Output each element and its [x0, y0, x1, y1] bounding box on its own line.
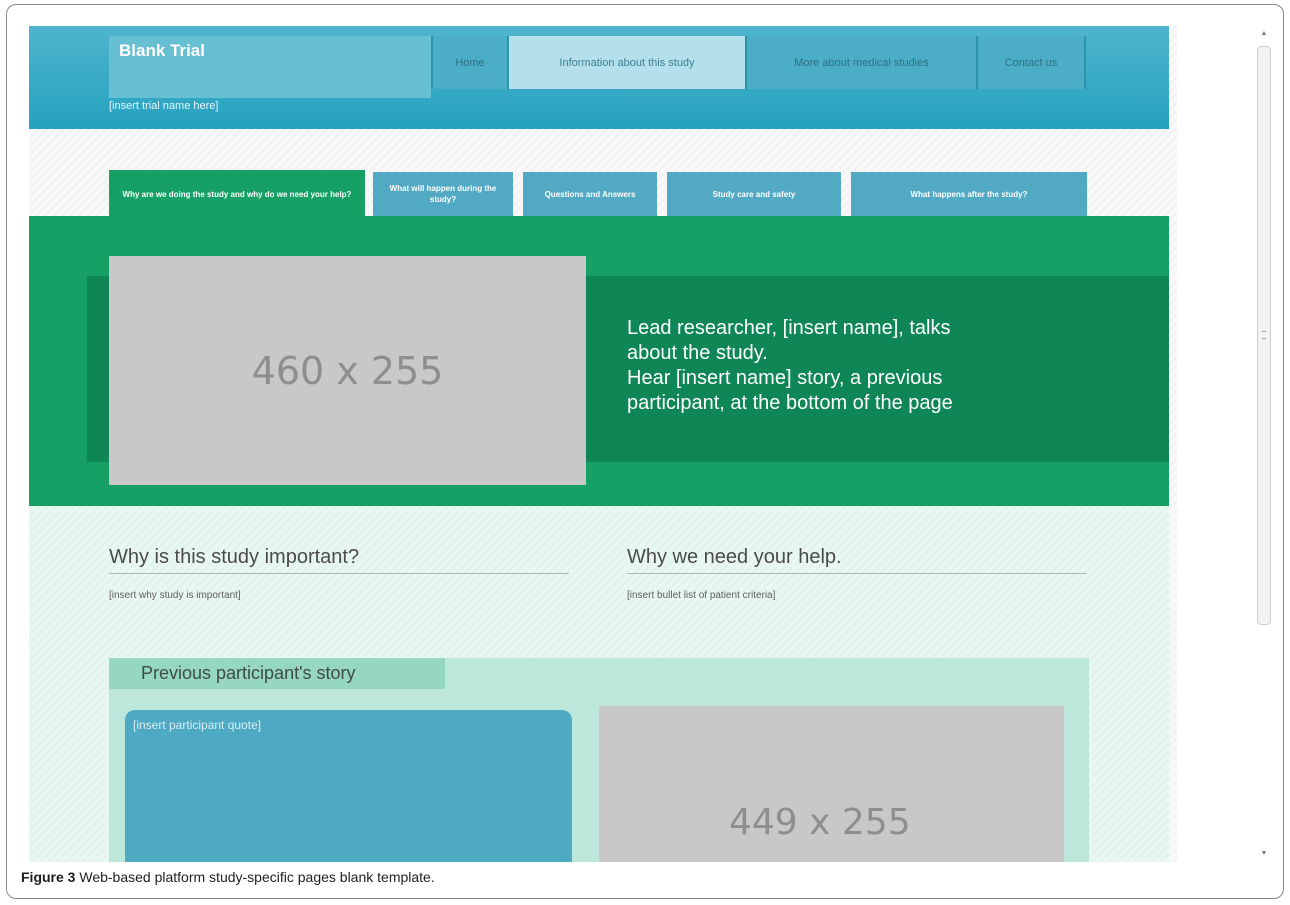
participant-story: Previous participant's story [insert par… — [109, 658, 1089, 862]
importance-heading: Why is this study important? — [109, 546, 569, 574]
nav-information-about-study[interactable]: Information about this study — [507, 36, 745, 89]
story-heading: Previous participant's story — [109, 658, 445, 689]
tab-why-study[interactable]: Why are we doing the study and why do we… — [109, 170, 365, 218]
info-section: Why is this study important? [insert why… — [29, 506, 1169, 862]
hero-line: participant, at the bottom of the page — [627, 392, 953, 414]
hero-section: 460 x 255 Lead researcher, [insert name]… — [29, 216, 1169, 506]
help-body: [insert bullet list of patient criteria] — [627, 590, 776, 601]
hero-text: Lead researcher, [insert name], talks ab… — [627, 316, 1127, 416]
help-column: Why we need your help. [insert bullet li… — [627, 546, 1087, 601]
nav-more-about-medical-studies[interactable]: More about medical studies — [745, 36, 976, 89]
scroll-up-icon[interactable]: ▲ — [1259, 30, 1269, 40]
hero-line: Lead researcher, [insert name], talks — [627, 317, 951, 339]
participant-video-size: 449 x 255 — [729, 802, 911, 843]
scroll-down-icon[interactable]: ▼ — [1259, 850, 1269, 860]
figure-caption: Figure 3 Web-based platform study-specif… — [21, 869, 435, 885]
trial-name-placeholder: [insert trial name here] — [109, 100, 219, 112]
tab-after-study[interactable]: What happens after the study? — [851, 172, 1087, 216]
nav-contact-us[interactable]: Contact us — [976, 36, 1086, 89]
tab-questions-answers[interactable]: Questions and Answers — [523, 172, 657, 216]
hero-line: Hear [insert name] story, a previous — [627, 367, 943, 389]
participant-video-placeholder[interactable]: 449 x 255 — [599, 706, 1064, 862]
importance-column: Why is this study important? [insert why… — [109, 546, 569, 601]
figure-frame: Blank Trial [insert trial name here] Hom… — [6, 4, 1284, 899]
vertical-scrollbar[interactable]: ▲ ▼ — [1253, 26, 1275, 862]
site-header: Blank Trial [insert trial name here] Hom… — [29, 26, 1169, 129]
tab-study-care-safety[interactable]: Study care and safety — [667, 172, 841, 216]
main-nav: Home Information about this study More a… — [431, 36, 1086, 89]
figure-caption-text: Web-based platform study-specific pages … — [79, 869, 435, 885]
scroll-thumb[interactable] — [1257, 46, 1271, 625]
brand-block[interactable]: Blank Trial — [109, 36, 431, 98]
participant-quote-box: [insert participant quote] — [125, 710, 572, 862]
researcher-video-placeholder[interactable]: 460 x 255 — [109, 256, 586, 485]
grip-icon — [1262, 331, 1266, 339]
tab-what-will-happen[interactable]: What will happen during the study? — [373, 172, 513, 216]
figure-label: Figure 3 — [21, 869, 76, 885]
brand-title: Blank Trial — [119, 41, 205, 60]
participant-quote: [insert participant quote] — [133, 718, 262, 732]
importance-body: [insert why study is important] — [109, 590, 241, 601]
hero-line: about the study. — [627, 342, 768, 364]
help-heading: Why we need your help. — [627, 546, 1087, 574]
webpage-view: Blank Trial [insert trial name here] Hom… — [29, 26, 1177, 862]
nav-home[interactable]: Home — [431, 36, 507, 89]
